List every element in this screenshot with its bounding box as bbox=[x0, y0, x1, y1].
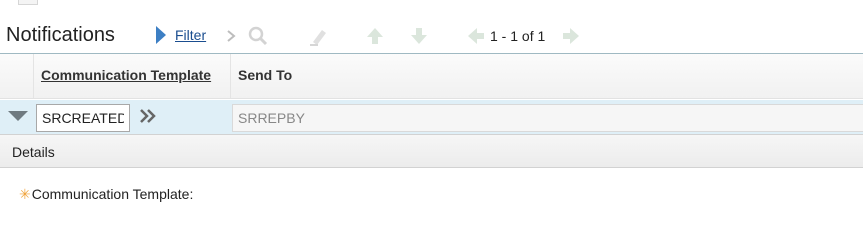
triangle-right-icon bbox=[156, 26, 166, 44]
arrow-right-icon bbox=[560, 25, 582, 47]
page: Notifications Filter 1 - 1 of 1 Communic… bbox=[0, 0, 863, 220]
communication-template-input[interactable] bbox=[36, 104, 130, 132]
column-divider bbox=[230, 54, 231, 98]
eraser-icon bbox=[307, 25, 329, 47]
column-header-communication-template[interactable]: Communication Template bbox=[41, 67, 211, 83]
asterisk-icon: ✳ bbox=[19, 186, 31, 202]
column-divider bbox=[33, 54, 34, 98]
arrow-down-icon bbox=[408, 25, 430, 47]
column-header-send-to[interactable]: Send To bbox=[238, 67, 292, 83]
table-row: SRREPBY bbox=[0, 100, 863, 134]
details-section-header[interactable]: Details bbox=[0, 134, 863, 168]
double-chevron-icon[interactable] bbox=[139, 107, 159, 125]
communication-template-field-label: ✳ Communication Template: bbox=[19, 186, 193, 202]
chevron-right-icon bbox=[220, 25, 242, 47]
table-toolbar: Notifications Filter 1 - 1 of 1 bbox=[0, 18, 863, 52]
filter-link[interactable]: Filter bbox=[175, 27, 206, 43]
arrow-left-icon bbox=[465, 25, 487, 47]
top-scroll-stub bbox=[18, 0, 38, 5]
arrow-up-icon bbox=[364, 25, 386, 47]
pager-count: 1 - 1 of 1 bbox=[490, 28, 546, 44]
section-title: Notifications bbox=[6, 24, 115, 46]
magnifier-icon bbox=[247, 25, 269, 47]
table-header: Communication Template Send To bbox=[0, 54, 863, 99]
field-label-text: Communication Template: bbox=[31, 186, 194, 202]
send-to-field: SRREPBY bbox=[232, 104, 863, 132]
triangle-down-icon[interactable] bbox=[8, 111, 28, 121]
filter-toggle[interactable]: Filter bbox=[156, 24, 206, 46]
details-label: Details bbox=[12, 144, 55, 160]
